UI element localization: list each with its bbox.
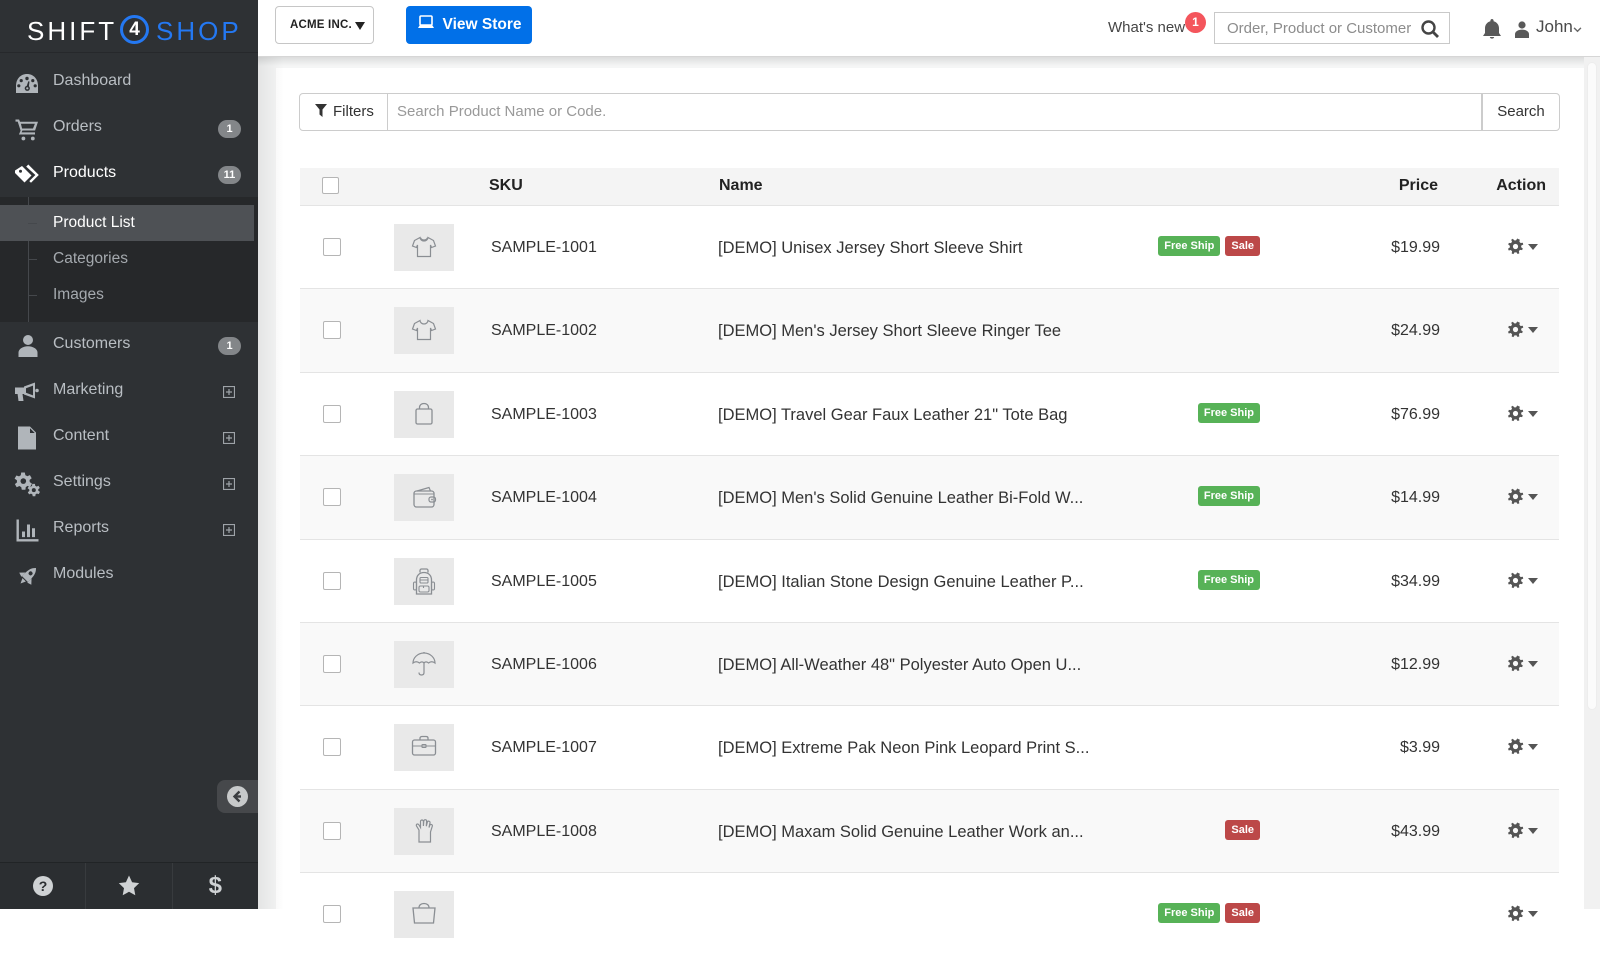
svg-text:?: ? <box>39 878 48 894</box>
